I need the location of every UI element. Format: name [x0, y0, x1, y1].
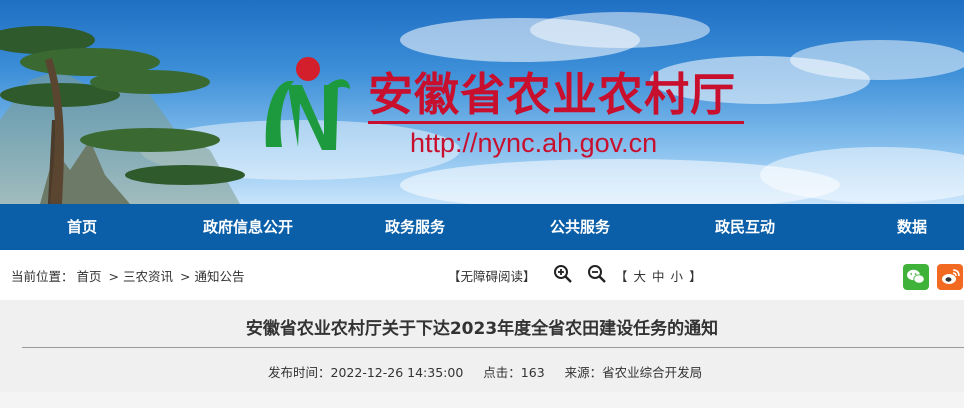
- publish-time: 2022-12-26 14:35:00: [330, 365, 464, 380]
- font-size-small[interactable]: 小: [671, 269, 684, 284]
- font-size-large[interactable]: 大: [634, 269, 647, 284]
- accessibility-link[interactable]: 【无障碍阅读】: [448, 266, 536, 285]
- nav-item-interaction[interactable]: 政民互动: [715, 204, 775, 250]
- clicks-label: 点击：: [483, 365, 521, 380]
- breadcrumb-label: 当前位置：: [11, 269, 74, 284]
- breadcrumb-home[interactable]: 首页: [77, 269, 102, 284]
- title-divider: [22, 347, 964, 348]
- title-underline: [368, 121, 744, 124]
- nav-item-data[interactable]: 数据: [897, 204, 927, 250]
- site-url: http://nync.ah.gov.cn: [410, 128, 658, 158]
- article-title: 安徽省农业农村厅关于下达2023年度全省农田建设任务的通知: [245, 319, 719, 339]
- wechat-icon[interactable]: [903, 264, 929, 290]
- site-title: 安徽省农业农村厅: [368, 68, 737, 121]
- breadcrumb-separator: >: [180, 269, 191, 284]
- breadcrumb-separator: >: [108, 269, 120, 284]
- font-size-bracket: 【: [615, 269, 628, 284]
- breadcrumb: 当前位置： 首页 > 三农资讯 > 通知公告: [11, 266, 248, 285]
- publish-label: 发布时间：: [268, 365, 331, 380]
- nav-item-public-service[interactable]: 公共服务: [550, 204, 610, 250]
- zoom-in-icon[interactable]: [553, 264, 573, 284]
- click-count: 163: [520, 365, 545, 380]
- header-banner: 安徽省农业农村厅 http://nync.ah.gov.cn: [0, 0, 964, 204]
- breadcrumb-notices[interactable]: 通知公告: [195, 269, 245, 284]
- font-size-bracket: 】: [689, 269, 702, 284]
- nav-item-gov-info[interactable]: 政府信息公开: [203, 204, 293, 250]
- weibo-icon[interactable]: [937, 264, 963, 290]
- zoom-out-icon[interactable]: [587, 264, 607, 284]
- content-area: [0, 392, 964, 408]
- nav-item-services[interactable]: 政务服务: [385, 204, 445, 250]
- article-meta: 发布时间：2022-12-26 14:35:00 点击：163 来源：省农业综合开发…: [268, 362, 702, 381]
- article-title-box: 安徽省农业农村厅关于下达2023年度全省农田建设任务的通知 发布时间：2022-…: [0, 300, 964, 392]
- article-toolbar: 当前位置： 首页 > 三农资讯 > 通知公告 【无障碍阅读】 【大中小】: [0, 252, 964, 298]
- nav-item-home[interactable]: 首页: [67, 204, 97, 250]
- logo-icon: [265, 57, 350, 150]
- font-size-control: 【大中小】: [612, 266, 705, 285]
- font-size-medium[interactable]: 中: [652, 269, 665, 284]
- main-nav: 首页 政府信息公开 政务服务 公共服务 政民互动 数据: [0, 204, 964, 250]
- source-label: 来源：: [564, 365, 603, 380]
- breadcrumb-news[interactable]: 三农资讯: [123, 269, 173, 284]
- article-source: 省农业综合开发局: [602, 365, 703, 380]
